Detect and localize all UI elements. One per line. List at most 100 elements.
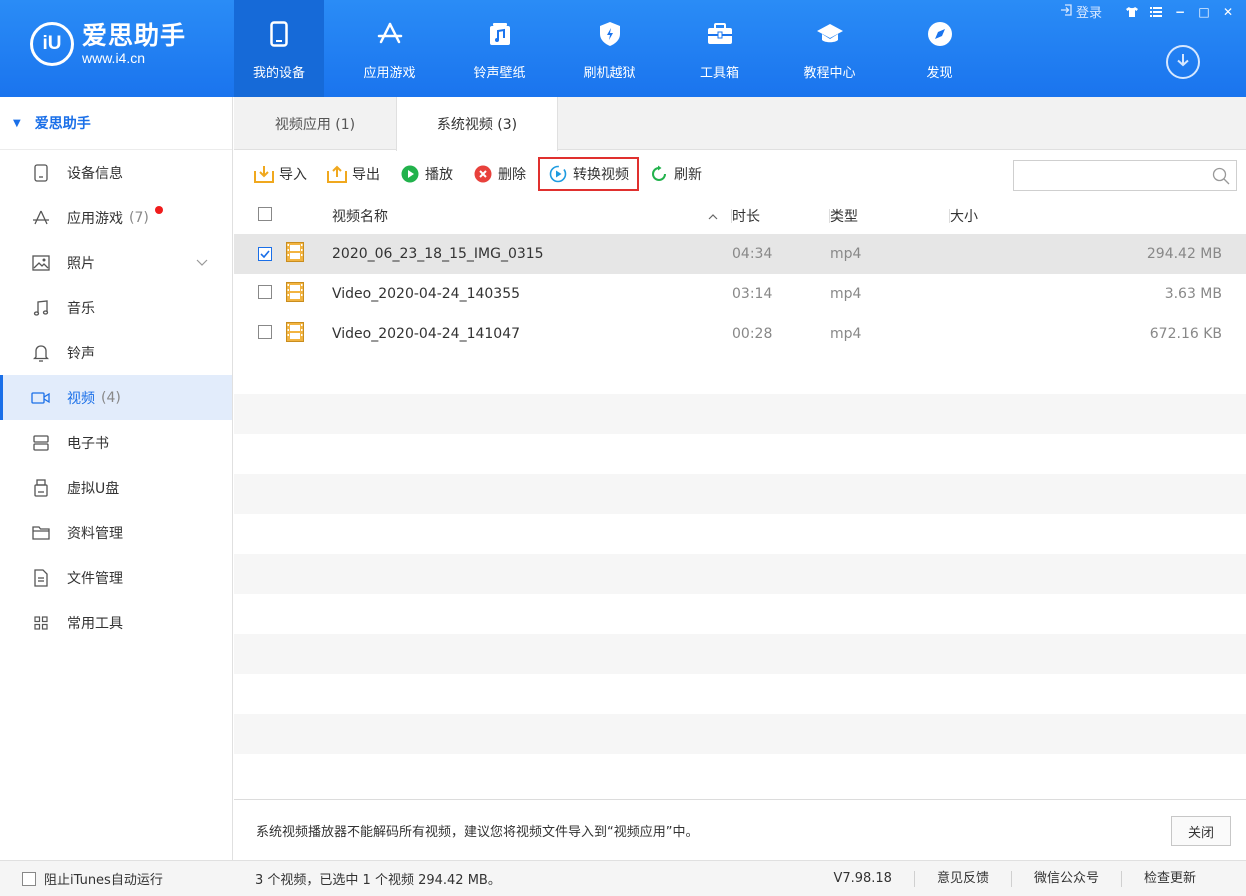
close-notice-button[interactable]: 关闭 <box>1171 816 1231 846</box>
convert-video-button[interactable]: 转换视频 <box>538 157 639 191</box>
convert-video-icon <box>548 164 568 184</box>
shield-icon <box>596 20 624 48</box>
video-name: Video_2020-04-24_140355 <box>332 286 521 302</box>
feedback-link[interactable]: 意见反馈 <box>913 870 1011 887</box>
video-name: 2020_06_23_18_15_IMG_0315 <box>332 234 732 274</box>
select-all-checkbox[interactable] <box>258 207 272 221</box>
collapse-triangle-icon: ▼ <box>13 117 21 129</box>
minimize-button[interactable]: − <box>1170 3 1190 21</box>
video-duration: 00:28 <box>732 326 773 342</box>
empty-row <box>234 634 1246 674</box>
empty-row <box>234 674 1246 714</box>
empty-row <box>234 514 1246 554</box>
wechat-link[interactable]: 微信公众号 <box>1010 870 1121 887</box>
sidebar-item-file-management[interactable]: 文件管理 <box>0 555 232 600</box>
tab-video-apps[interactable]: 视频应用 (1) <box>234 97 396 150</box>
video-file-icon <box>286 322 304 342</box>
login-button[interactable]: 登录 <box>1060 2 1102 21</box>
book-icon <box>31 433 51 453</box>
search-icon[interactable] <box>1212 167 1230 189</box>
menu-icon[interactable] <box>1146 3 1166 21</box>
sidebar-item-data-management[interactable]: 资料管理 <box>0 510 232 555</box>
sidebar-item-ebooks[interactable]: 电子书 <box>0 420 232 465</box>
chevron-down-icon[interactable] <box>196 255 208 271</box>
toolbar: 导入 导出 播放 删除 转换视频 刷新 <box>234 150 1246 198</box>
nav-tutorial-center[interactable]: 教程中心 <box>784 0 875 97</box>
column-header-duration[interactable]: 时长 <box>732 198 830 234</box>
import-button[interactable]: 导入 <box>254 157 307 191</box>
block-itunes-option[interactable]: 阻止iTunes自动运行 <box>0 869 233 888</box>
import-label: 导入 <box>279 167 307 183</box>
table-row[interactable]: Video_2020-04-24_141047 00:28 mp4 672.16… <box>234 314 1246 354</box>
column-header-type[interactable]: 类型 <box>830 198 950 234</box>
sidebar-item-apps[interactable]: 应用游戏 (7) <box>0 195 232 240</box>
play-button[interactable]: 播放 <box>400 157 453 191</box>
compass-icon <box>926 20 954 48</box>
convert-video-label: 转换视频 <box>573 167 629 183</box>
export-button[interactable]: 导出 <box>327 157 380 191</box>
sidebar-item-music[interactable]: 音乐 <box>0 285 232 330</box>
import-icon <box>254 164 274 184</box>
row-checkbox[interactable] <box>258 247 272 261</box>
row-checkbox[interactable] <box>258 325 272 339</box>
login-label: 登录 <box>1075 6 1102 21</box>
sidebar-item-common-tools[interactable]: 常用工具 <box>0 600 232 645</box>
app-name: 爱思助手 <box>82 21 187 50</box>
nav-toolbox[interactable]: 工具箱 <box>674 0 765 97</box>
download-arrow-icon <box>1175 52 1191 72</box>
play-label: 播放 <box>425 167 453 183</box>
sidebar-item-label: 照片 <box>67 255 95 272</box>
video-file-icon <box>286 242 304 262</box>
nav-apps-games[interactable]: 应用游戏 <box>344 0 435 97</box>
row-checkbox[interactable] <box>258 285 272 299</box>
close-window-button[interactable]: ✕ <box>1218 3 1238 21</box>
export-label: 导出 <box>352 167 380 183</box>
nav-my-device[interactable]: 我的设备 <box>234 0 324 97</box>
delete-icon <box>473 164 493 184</box>
column-header-name-label: 视频名称 <box>332 209 388 225</box>
refresh-label: 刷新 <box>674 167 702 183</box>
nav-flash-jailbreak[interactable]: 刷机越狱 <box>564 0 655 97</box>
block-itunes-label: 阻止iTunes自动运行 <box>44 873 163 888</box>
block-itunes-checkbox[interactable] <box>22 871 36 886</box>
sort-up-icon[interactable] <box>708 208 718 224</box>
device-header[interactable]: ▼ 爱思助手 <box>0 97 232 150</box>
delete-button[interactable]: 删除 <box>473 157 526 191</box>
download-button[interactable] <box>1166 45 1200 79</box>
table-row[interactable]: Video_2020-04-24_140355 03:14 mp4 3.63 M… <box>234 274 1246 314</box>
table-row[interactable]: 2020_06_23_18_15_IMG_0315 04:34 mp4 294.… <box>234 234 1246 274</box>
sidebar-item-label: 铃声 <box>67 345 95 362</box>
nav-label: 我的设备 <box>252 66 305 81</box>
sidebar-item-device-info[interactable]: 设备信息 <box>0 150 232 195</box>
photo-icon <box>31 253 51 273</box>
status-bar: 阻止iTunes自动运行 3 个视频，已选中 1 个视频 294.42 MB。 … <box>0 860 1246 896</box>
tab-bar: 视频应用 (1) 系统视频 (3) <box>234 97 1246 151</box>
sidebar-item-ringtones[interactable]: 铃声 <box>0 330 232 375</box>
video-size: 672.16 KB <box>1149 326 1222 342</box>
sidebar-item-photos[interactable]: 照片 <box>0 240 232 285</box>
sidebar-item-video[interactable]: 视频 (4) <box>0 375 232 420</box>
tab-system-videos[interactable]: 系统视频 (3) <box>396 97 558 151</box>
check-update-link[interactable]: 检查更新 <box>1120 870 1218 887</box>
nav-discover[interactable]: 发现 <box>894 0 985 97</box>
refresh-button[interactable]: 刷新 <box>649 157 702 191</box>
column-header-size[interactable]: 大小 <box>950 198 1246 234</box>
column-header-name[interactable]: 视频名称 <box>332 198 732 234</box>
sidebar-item-label: 常用工具 <box>67 615 123 632</box>
sidebar-item-virtual-usb[interactable]: 虚拟U盘 <box>0 465 232 510</box>
shirt-icon[interactable] <box>1122 3 1142 21</box>
search-box[interactable] <box>1013 160 1237 191</box>
nav-label: 发现 <box>926 66 953 81</box>
top-bar: iU 爱思助手 www.i4.cn 我的设备 应用游戏 铃声壁纸 刷机越狱 工具… <box>0 0 1246 97</box>
device-name: 爱思助手 <box>34 116 91 132</box>
bell-icon <box>31 343 51 363</box>
empty-row <box>234 394 1246 434</box>
nav-ringtones-wallpapers[interactable]: 铃声壁纸 <box>454 0 545 97</box>
maximize-button[interactable]: □ <box>1194 3 1214 21</box>
refresh-icon <box>649 164 669 184</box>
main-nav: 我的设备 应用游戏 铃声壁纸 刷机越狱 工具箱 教程中心 发现 <box>234 0 1004 97</box>
sidebar: ▼ 爱思助手 设备信息 应用游戏 (7) 照片 音乐 铃声 视频 (4) 电子书… <box>0 97 233 860</box>
sidebar-item-label: 应用游戏 <box>67 210 123 227</box>
export-icon <box>327 164 347 184</box>
empty-row <box>234 474 1246 514</box>
